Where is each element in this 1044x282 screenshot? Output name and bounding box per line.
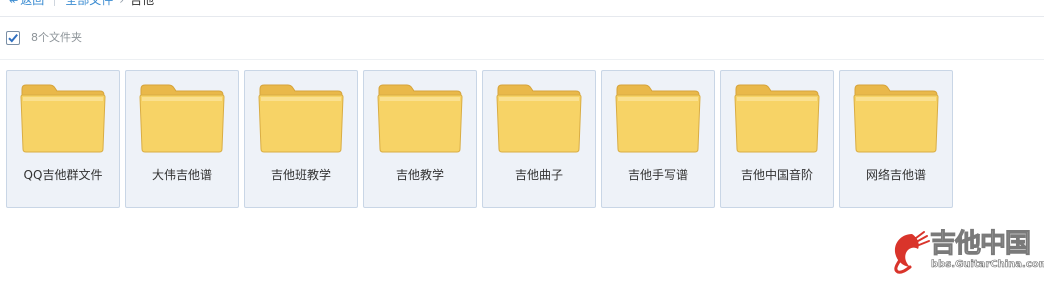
folder-name: 吉他班教学: [270, 168, 331, 182]
folder-icon: [139, 84, 225, 153]
folder-name: 吉他教学: [395, 168, 444, 182]
folder-name: 吉他中国音阶: [740, 168, 813, 182]
folder-name: 网络吉他谱: [865, 168, 926, 182]
breadcrumb: ↞ 返回 全部文件 › 吉他: [0, 0, 1044, 17]
folder-name: 吉他曲子: [514, 168, 563, 182]
guitar-china-logo-icon: [894, 231, 930, 274]
back-link[interactable]: ↞ 返回: [9, 0, 44, 9]
folder-name: 大伟吉他谱: [151, 168, 212, 182]
back-label: 返回: [20, 0, 45, 7]
watermark: 吉他中国 bbs.GuitarChina.com: [890, 228, 1044, 276]
watermark-title: 吉他中国: [929, 229, 1031, 259]
breadcrumb-current: 吉他: [130, 0, 155, 7]
folder-icon: [853, 84, 939, 153]
folder-icon: [615, 84, 701, 153]
breadcrumb-divider: [54, 0, 56, 6]
select-all-checkbox[interactable]: [6, 31, 20, 45]
folder-icon: [377, 84, 463, 153]
folder-tile[interactable]: 吉他曲子: [482, 70, 596, 208]
back-arrow-icon: ↞: [9, 0, 19, 7]
chevron-right-icon: ›: [119, 0, 125, 7]
folder-icon: [734, 84, 820, 153]
folder-name: 吉他手写谱: [627, 168, 688, 182]
breadcrumb-root-link[interactable]: 全部文件: [65, 0, 113, 8]
folder-tile[interactable]: 吉他教学: [363, 70, 477, 208]
folder-tile[interactable]: 吉他手写谱: [601, 70, 715, 208]
folder-tile[interactable]: 吉他中国音阶: [720, 70, 834, 208]
folder-icon: [258, 84, 344, 153]
folder-icon: [496, 84, 582, 153]
folder-name: QQ吉他群文件: [23, 168, 103, 182]
watermark-url: bbs.GuitarChina.com: [931, 259, 1044, 271]
checkmark-icon: [8, 33, 18, 43]
folder-tile[interactable]: 网络吉他谱: [839, 70, 953, 208]
folder-icon: [20, 84, 106, 153]
folder-tile[interactable]: 大伟吉他谱: [125, 70, 239, 208]
file-browser: { "breadcrumb": { "back_label": "返回", "r…: [0, 0, 1044, 282]
folder-tile[interactable]: QQ吉他群文件: [6, 70, 120, 208]
folder-tile[interactable]: 吉他班教学: [244, 70, 358, 208]
folder-count-label: 8个文件夹: [31, 31, 82, 44]
selection-bar: 8个文件夹: [0, 17, 1044, 60]
